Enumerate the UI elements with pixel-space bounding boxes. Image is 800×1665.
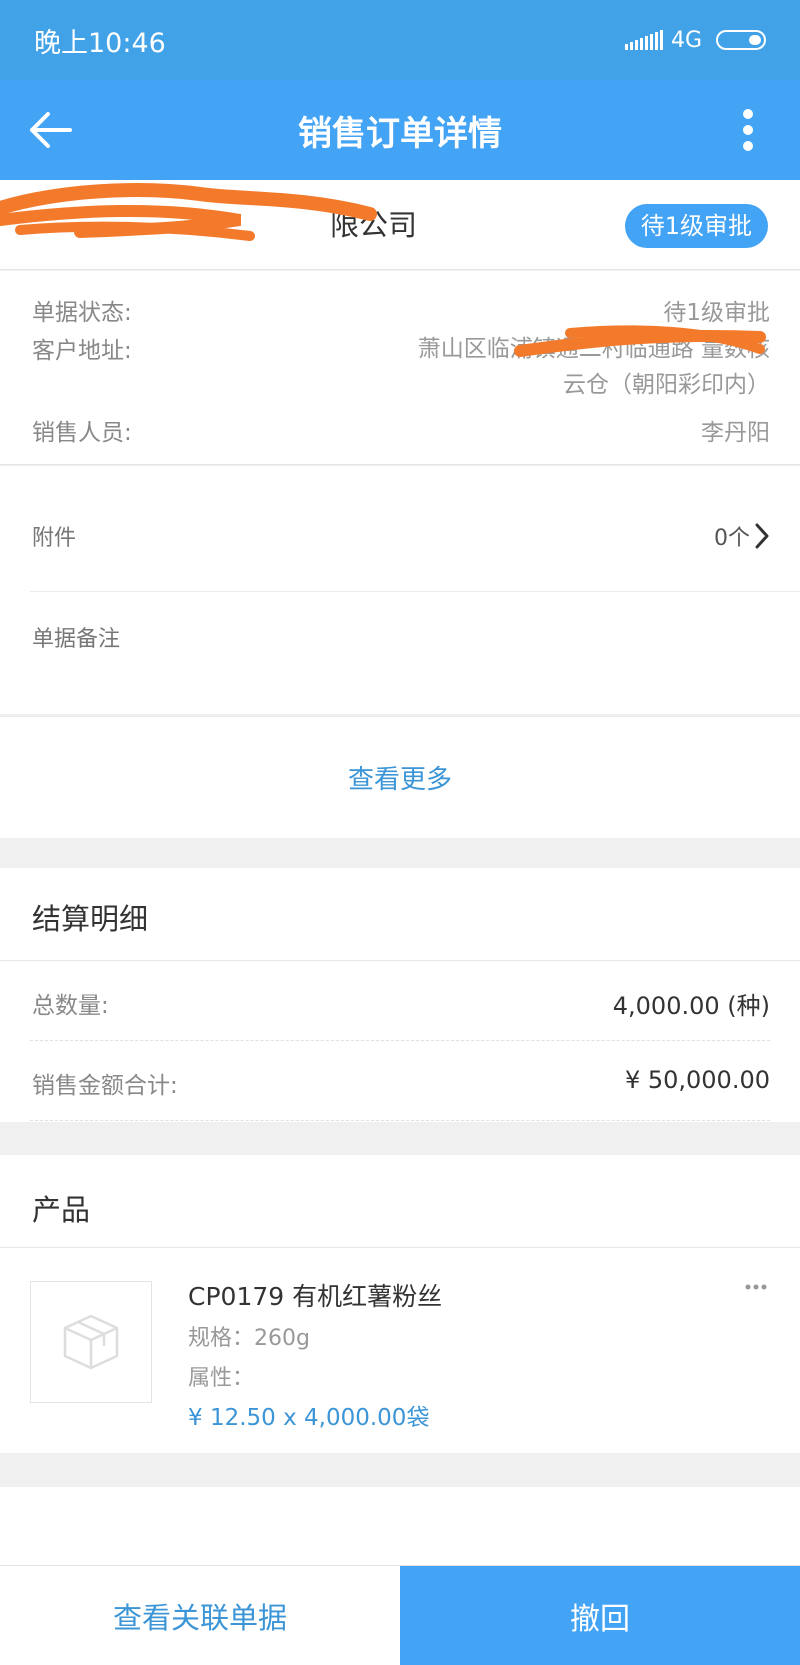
revoke-button[interactable]: 撤回 <box>400 1566 800 1665</box>
back-arrow-icon[interactable] <box>28 112 72 148</box>
divider <box>0 1247 800 1248</box>
content-blank-area <box>0 1487 800 1565</box>
remark-label: 单据备注 <box>32 627 121 652</box>
order-header: 限公司 待1级审批 <box>0 180 800 270</box>
attachments-label: 附件 <box>32 526 77 551</box>
total-amount-row: 销售金额合计: ¥ 50,000.00 <box>32 1066 770 1100</box>
status-badge: 待1级审批 <box>624 204 768 248</box>
app-bar: 销售订单详情 <box>0 80 800 180</box>
status-time: 晚上10:46 <box>34 27 166 59</box>
product-name: CP0179 有机红薯粉丝 <box>188 1282 443 1311</box>
total-amount-value: ¥ 50,000.00 <box>624 1066 770 1094</box>
address-line-1: 萧山区临浦镇通二村临通路 量数核 <box>417 336 770 362</box>
attachments-section: 附件 0个 单据备注 <box>0 466 800 714</box>
signal-icon <box>624 30 663 50</box>
attachments-count-text: 0个 <box>714 526 750 551</box>
product-thumbnail <box>30 1281 152 1403</box>
total-qty-row: 总数量: 4,000.00 (种) <box>32 986 770 1021</box>
address-line-2: 云仓（朝阳彩印内） <box>563 372 770 398</box>
products-section: 产品 CP0179 有机红薯粉丝 规格：260g 属性： ¥ 12.50 x 4… <box>0 1155 800 1453</box>
status-bar: 晚上10:46 4G <box>0 0 800 80</box>
redaction-mark <box>0 183 377 241</box>
total-amount-label: 销售金额合计: <box>32 1073 178 1099</box>
divider <box>0 960 800 961</box>
sales-label: 销售人员: <box>32 420 132 446</box>
chevron-right-icon <box>755 523 769 549</box>
settlement-title: 结算明细 <box>32 902 149 936</box>
status-icons: 4G <box>624 27 766 53</box>
sales-value: 李丹阳 <box>701 420 770 446</box>
dotted-divider <box>30 1040 770 1041</box>
view-related-button[interactable]: 查看关联单据 <box>0 1566 400 1665</box>
more-vertical-icon[interactable] <box>742 108 754 152</box>
product-spec: 规格：260g <box>188 1326 310 1351</box>
view-more-section: 查看更多 <box>0 716 800 838</box>
divider <box>30 591 800 592</box>
info-row-sales: 销售人员: 李丹阳 <box>32 413 770 447</box>
total-qty-label: 总数量: <box>32 993 109 1019</box>
box-icon <box>63 1314 119 1370</box>
network-type: 4G <box>670 27 702 53</box>
attachments-row[interactable]: 附件 0个 <box>32 506 770 566</box>
bottom-action-bar: 查看关联单据 撤回 <box>0 1565 800 1665</box>
product-price: ¥ 12.50 x 4,000.00袋 <box>188 1405 430 1431</box>
settlement-section: 结算明细 总数量: 4,000.00 (种) 销售金额合计: ¥ 50,000.… <box>0 868 800 1122</box>
total-qty-value: 4,000.00 (种) <box>612 992 770 1020</box>
attachments-count: 0个 <box>714 520 770 552</box>
company-name: 限公司 <box>330 208 418 242</box>
address-label: 客户地址: <box>32 338 132 364</box>
more-horizontal-icon[interactable] <box>744 1283 768 1291</box>
product-attr: 属性： <box>188 1366 255 1391</box>
view-more-link[interactable]: 查看更多 <box>348 759 452 796</box>
info-row-address: 客户地址: 萧山区临浦镇通二村临通路 量数核 云仓（朝阳彩印内） <box>32 331 770 403</box>
status-label: 单据状态: <box>32 300 132 326</box>
status-value: 待1级审批 <box>663 300 770 326</box>
address-value: 萧山区临浦镇通二村临通路 量数核 云仓（朝阳彩印内） <box>300 331 770 403</box>
products-title: 产品 <box>32 1193 91 1227</box>
order-info: 单据状态: 待1级审批 客户地址: 萧山区临浦镇通二村临通路 量数核 云仓（朝阳… <box>0 271 800 465</box>
info-row-status: 单据状态: 待1级审批 <box>32 293 770 327</box>
dotted-divider <box>30 1120 770 1121</box>
battery-icon <box>716 30 766 50</box>
page-title: 销售订单详情 <box>298 113 502 154</box>
